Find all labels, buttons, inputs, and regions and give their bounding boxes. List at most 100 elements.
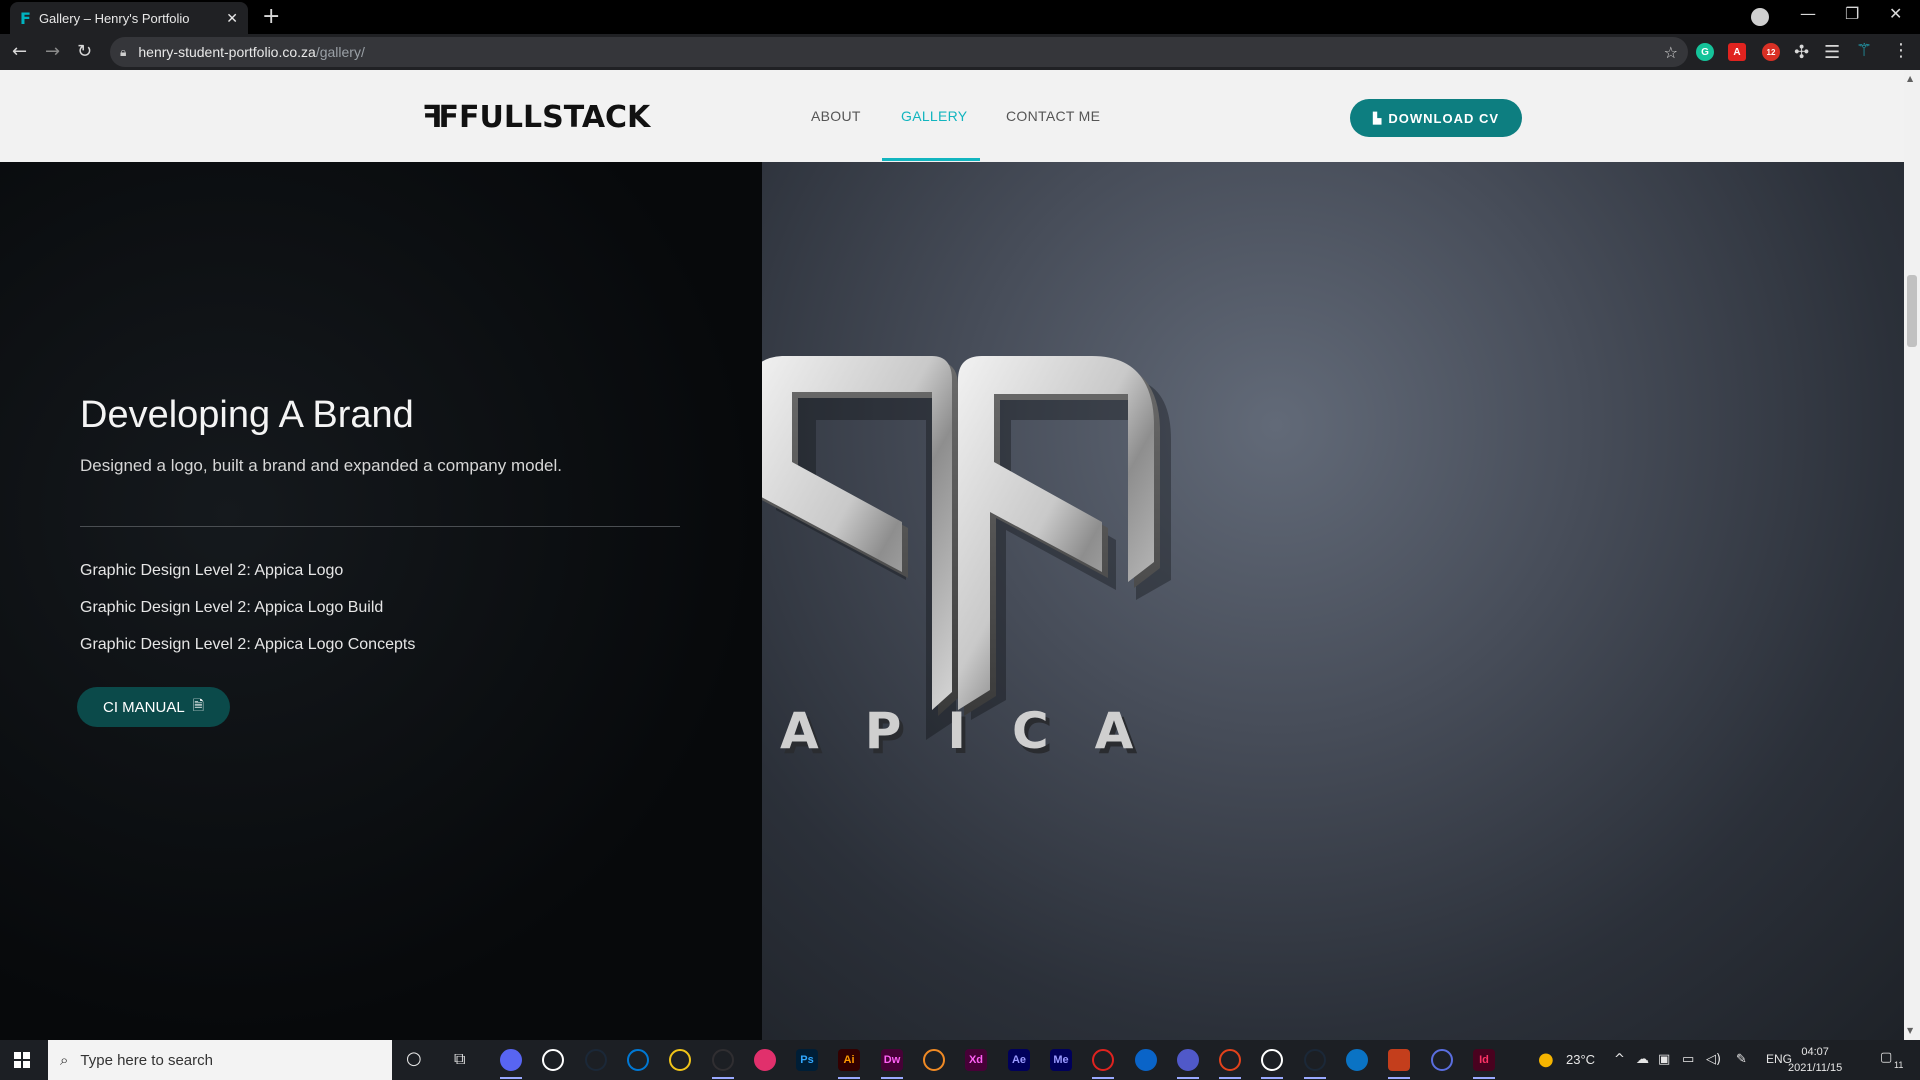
system-clock[interactable]: 04:07 2021/11/15 (1788, 1044, 1842, 1076)
url-path: /gallery/ (315, 44, 365, 60)
acrobat-extension-icon[interactable]: A (1728, 43, 1746, 61)
office-icon[interactable] (1219, 1049, 1241, 1071)
running-indicator (881, 1077, 903, 1079)
page-scrollbar[interactable]: ▲ ▼ (1904, 70, 1920, 1040)
tab-title: Gallery – Henry's Portfolio (38, 10, 190, 26)
display-tray-icon[interactable]: ▣ (1658, 1052, 1670, 1067)
reading-list-icon[interactable]: ☰ (1824, 42, 1840, 63)
logo-mark-icon: ꟻF (422, 100, 459, 135)
running-indicator (838, 1077, 860, 1079)
active-nav-indicator (882, 158, 980, 161)
project-info-panel: Developing A Brand Designed a logo, buil… (0, 162, 762, 1040)
acrobat-icon[interactable] (1092, 1049, 1114, 1071)
reload-icon[interactable]: ↻ (77, 41, 92, 62)
cortana-icon[interactable]: ○ (406, 1048, 422, 1069)
network-icon[interactable]: ▭ (1682, 1052, 1694, 1067)
close-window-icon[interactable]: ✕ (1889, 4, 1902, 23)
taskbar-search[interactable]: ⌕ Type here to search (48, 1040, 392, 1080)
notifications-icon[interactable]: ▢ (1880, 1050, 1892, 1065)
running-indicator (1092, 1077, 1114, 1079)
scroll-up-icon[interactable]: ▲ (1907, 74, 1913, 83)
menu-kebab-icon[interactable]: ⋮ (1892, 40, 1910, 61)
back-icon[interactable]: ← (12, 41, 27, 62)
indesign-icon[interactable]: Id (1473, 1049, 1495, 1071)
extensions-puzzle-icon[interactable]: ✣ (1794, 42, 1809, 63)
media-encoder-icon[interactable]: Me (1050, 1049, 1072, 1071)
logo-text: FULLSTACK (459, 100, 651, 135)
new-tab-icon[interactable]: + (262, 4, 280, 29)
onedrive-icon[interactable] (627, 1049, 649, 1071)
ci-manual-label: CI MANUAL (103, 698, 185, 716)
chrome-icon[interactable] (542, 1049, 564, 1071)
extension-badge: 12 (1766, 47, 1776, 57)
running-indicator (1304, 1077, 1326, 1079)
chrome-active-icon[interactable] (1261, 1049, 1283, 1071)
restore-icon[interactable]: ❐ (1845, 4, 1859, 23)
project-title: Developing A Brand (80, 394, 414, 436)
project-link-logo[interactable]: Graphic Design Level 2: Appica Logo (80, 562, 343, 580)
mail-icon[interactable] (1135, 1049, 1157, 1071)
tray-chevron-icon[interactable]: ^ (1614, 1052, 1625, 1067)
browser-tab-strip: F Gallery – Henry's Portfolio ✕ + — ❐ ✕ (0, 0, 1920, 34)
xd-icon[interactable]: Xd (965, 1049, 987, 1071)
nav-contact-me[interactable]: CONTACT ME (1006, 108, 1100, 124)
appica-logo-showcase: APICA APICA (762, 162, 1904, 1040)
clock-time: 04:07 (1801, 1046, 1829, 1058)
running-indicator (1219, 1077, 1241, 1079)
dreamweaver-icon[interactable]: Dw (881, 1049, 903, 1071)
close-tab-icon[interactable]: ✕ (226, 10, 238, 27)
extension-figure-icon[interactable]: ⚚ (1856, 40, 1872, 61)
clock-date: 2021/11/15 (1788, 1062, 1843, 1074)
pen-icon[interactable]: ✎ (1736, 1052, 1747, 1067)
teams-icon[interactable] (1177, 1049, 1199, 1071)
running-indicator (1388, 1077, 1410, 1079)
steam-active-icon[interactable] (1304, 1049, 1326, 1071)
address-bar[interactable]: 🔒︎ henry-student-portfolio.co.za /galler… (110, 37, 1688, 67)
nav-about[interactable]: ABOUT (811, 108, 861, 124)
project-link-logo-concepts[interactable]: Graphic Design Level 2: Appica Logo Conc… (80, 636, 415, 654)
search-icon: ⌕ (60, 1051, 69, 1069)
minimize-icon[interactable]: — (1800, 4, 1816, 23)
running-indicator (1177, 1077, 1199, 1079)
scroll-down-icon[interactable]: ▼ (1907, 1026, 1913, 1035)
download-cv-button[interactable]: ▙ DOWNLOAD CV (1350, 99, 1522, 137)
xampp-icon[interactable] (923, 1049, 945, 1071)
after-effects-icon[interactable]: Ae (1008, 1049, 1030, 1071)
file-explorer-icon[interactable] (669, 1049, 691, 1071)
ci-manual-button[interactable]: CI MANUAL 🗎 (77, 687, 230, 727)
profile-icon[interactable] (1751, 8, 1769, 26)
discord-icon[interactable] (500, 1049, 522, 1071)
notification-count: 11 (1894, 1060, 1904, 1070)
running-indicator (1473, 1077, 1495, 1079)
photos-icon[interactable] (1346, 1049, 1368, 1071)
powerpoint-icon[interactable]: P (1388, 1049, 1410, 1071)
weather-temp[interactable]: 23°C (1566, 1052, 1595, 1067)
running-indicator (1261, 1077, 1283, 1079)
scroll-thumb[interactable] (1907, 275, 1917, 347)
divider (80, 526, 680, 527)
weather-sun-icon[interactable]: ● (1538, 1049, 1554, 1070)
affinity-icon[interactable] (1431, 1049, 1453, 1071)
document-icon: ▙ (1372, 111, 1383, 125)
site-logo[interactable]: ꟻF FULLSTACK (422, 100, 650, 135)
obs-icon[interactable] (712, 1049, 734, 1071)
url-host: henry-student-portfolio.co.za (138, 44, 316, 60)
bookmark-star-icon[interactable]: ☆ (1664, 43, 1678, 62)
project-link-logo-build[interactable]: Graphic Design Level 2: Appica Logo Buil… (80, 599, 383, 617)
windows-start-icon[interactable] (14, 1052, 30, 1068)
volume-icon[interactable]: ◁) (1706, 1052, 1721, 1067)
onedrive-tray-icon[interactable]: ☁ (1636, 1052, 1649, 1067)
task-view-icon[interactable]: ⧉ (454, 1049, 465, 1069)
apica-wordmark: APICA (780, 702, 1179, 760)
adblock-icon[interactable]: 12 (1762, 43, 1780, 61)
illustrator-icon[interactable]: Ai (838, 1049, 860, 1071)
steam-icon[interactable] (585, 1049, 607, 1071)
browser-toolbar: ← → ↻ 🔒︎ henry-student-portfolio.co.za /… (0, 34, 1920, 70)
forward-icon[interactable]: → (45, 41, 60, 62)
browser-tab[interactable]: F Gallery – Henry's Portfolio ✕ (10, 2, 248, 34)
photoshop-icon[interactable]: Ps (796, 1049, 818, 1071)
grammarly-icon[interactable]: G (1696, 43, 1714, 61)
nav-gallery[interactable]: GALLERY (901, 108, 967, 124)
instagram-icon[interactable] (754, 1049, 776, 1071)
favicon-icon: F (20, 8, 31, 28)
